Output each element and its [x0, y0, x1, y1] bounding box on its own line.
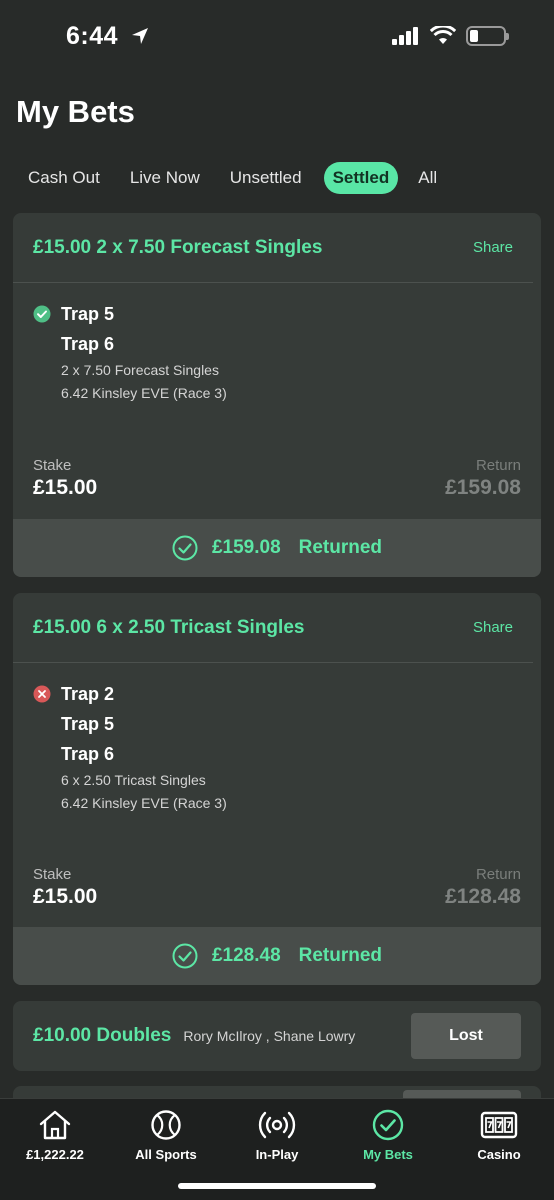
- returned-amount: £159.08: [211, 537, 281, 558]
- home-indicator[interactable]: [178, 1183, 376, 1189]
- stake-label: Stake: [33, 457, 72, 474]
- bet-title: £15.00 6 x 2.50 Tricast Singles: [33, 616, 305, 638]
- check-circle-icon: [33, 305, 51, 323]
- bet-selections: Trap 2 Trap 5 Trap 6 6 x 2.50 Tricast Si…: [13, 663, 541, 815]
- nav-label: All Sports: [135, 1147, 197, 1162]
- bet-card-collapsed[interactable]: £10.00 Doubles Rory McIlroy , Shane Lowr…: [13, 1001, 541, 1071]
- x-circle-icon: [33, 685, 51, 703]
- returned-banner: £128.48 Returned: [13, 927, 541, 985]
- battery-icon: [466, 26, 509, 46]
- tab-unsettled[interactable]: Unsettled: [216, 162, 316, 194]
- stake-return-row: Stake £15.00 Return £159.08: [33, 457, 521, 500]
- selection-name: Trap 2: [61, 683, 115, 704]
- wifi-icon: [430, 26, 456, 44]
- bet-card-header: £15.00 2 x 7.50 Forecast Singles Share: [13, 213, 533, 283]
- status-time: 6:44: [66, 22, 150, 51]
- returned-banner: £159.08 Returned: [13, 519, 541, 577]
- bet-card-header: £15.00 6 x 2.50 Tricast Singles Share: [13, 593, 533, 663]
- event-detail: 6.42 Kinsley EVE (Race 3): [61, 385, 227, 401]
- nav-label: £1,222.22: [26, 1147, 84, 1162]
- return-value: £128.48: [445, 885, 521, 908]
- tab-cash-out[interactable]: Cash Out: [14, 162, 114, 194]
- nav-all-sports[interactable]: All Sports: [111, 1107, 221, 1162]
- bet-selections-summary: Rory McIlroy , Shane Lowry: [183, 1028, 356, 1044]
- bet-title: £10.00 Doubles: [33, 1025, 172, 1046]
- broadcast-icon: [258, 1111, 296, 1139]
- tab-settled[interactable]: Settled: [323, 162, 399, 194]
- share-button[interactable]: Share: [473, 619, 513, 636]
- slot-machine-icon: [480, 1111, 518, 1139]
- home-icon: [39, 1110, 71, 1140]
- nav-balance[interactable]: £1,222.22: [0, 1107, 110, 1162]
- nav-label: My Bets: [363, 1147, 413, 1162]
- location-arrow-icon: [131, 28, 148, 44]
- returned-label: Returned: [298, 945, 383, 966]
- selection-name: Trap 6: [61, 333, 115, 354]
- bet-title: £15.00 2 x 7.50 Forecast Singles: [33, 236, 323, 258]
- tab-live-now[interactable]: Live Now: [116, 162, 214, 194]
- bet-selections: Trap 5 Trap 6 2 x 7.50 Forecast Singles …: [13, 283, 541, 405]
- return-label: Return: [475, 866, 521, 883]
- stake-value: £15.00: [33, 476, 98, 499]
- signal-icon: [392, 27, 418, 45]
- check-circle-outline-icon: [172, 943, 198, 969]
- selection-name: Trap 5: [61, 303, 115, 324]
- selection-name: Trap 5: [61, 713, 115, 734]
- nav-casino[interactable]: Casino: [444, 1107, 554, 1162]
- nav-label: In-Play: [255, 1147, 299, 1162]
- nav-label: Casino: [477, 1147, 521, 1162]
- bet-card[interactable]: £15.00 6 x 2.50 Tricast Singles Share Tr…: [13, 593, 541, 985]
- page-title: My Bets: [16, 94, 135, 129]
- stake-value: £15.00: [33, 885, 98, 908]
- selection-row: Trap 6: [33, 739, 521, 769]
- lost-status-button[interactable]: Lost: [411, 1013, 521, 1059]
- ball-icon: [151, 1110, 181, 1140]
- share-button[interactable]: Share: [473, 239, 513, 256]
- nav-in-play[interactable]: In-Play: [222, 1107, 332, 1162]
- check-circle-outline-icon: [172, 535, 198, 561]
- check-circle-icon: [372, 1109, 404, 1141]
- status-time-text: 6:44: [66, 22, 119, 50]
- stake-return-row: Stake £15.00 Return £128.48: [33, 866, 521, 909]
- selection-row: Trap 6: [33, 329, 521, 359]
- bet-type-detail: 6 x 2.50 Tricast Singles: [61, 772, 206, 788]
- nav-my-bets[interactable]: My Bets: [333, 1107, 443, 1162]
- tab-all[interactable]: All: [404, 162, 451, 194]
- bet-card[interactable]: £15.00 2 x 7.50 Forecast Singles Share T…: [13, 213, 541, 577]
- status-icons: [392, 26, 509, 46]
- selection-row: Trap 5: [33, 299, 521, 329]
- bet-filter-tabs: Cash Out Live Now Unsettled Settled All: [14, 162, 453, 194]
- status-bar: 6:44: [0, 0, 554, 80]
- returned-amount: £128.48: [211, 945, 281, 966]
- return-label: Return: [475, 457, 521, 474]
- selection-row: Trap 2: [33, 679, 521, 709]
- event-detail: 6.42 Kinsley EVE (Race 3): [61, 795, 227, 811]
- bet-type-detail: 2 x 7.50 Forecast Singles: [61, 362, 219, 378]
- selection-row: Trap 5: [33, 709, 521, 739]
- stake-label: Stake: [33, 866, 72, 883]
- selection-name: Trap 6: [61, 743, 115, 764]
- returned-label: Returned: [298, 537, 383, 558]
- return-value: £159.08: [445, 476, 521, 499]
